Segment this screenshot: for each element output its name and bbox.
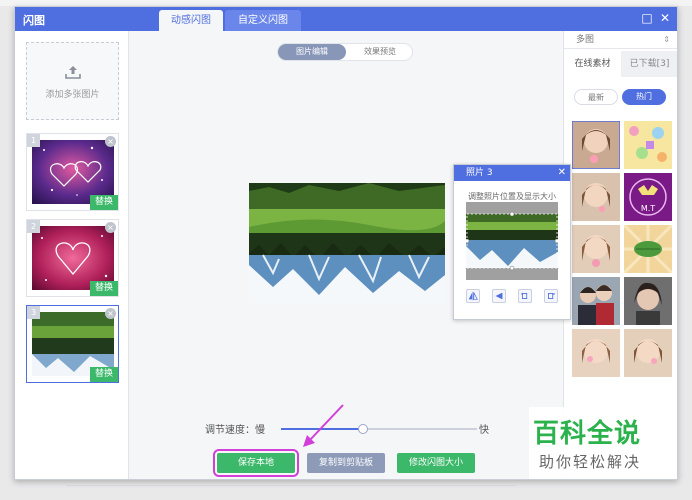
page-divider <box>66 485 516 486</box>
tab-dynamic-flash[interactable]: 动感闪图 <box>159 10 223 31</box>
copy-to-clipboard-button[interactable]: 复制到剪贴板 <box>307 453 385 473</box>
segment-effect-preview[interactable]: 效果预览 <box>346 44 414 60</box>
material-item[interactable] <box>572 329 620 377</box>
replace-button[interactable]: 替换 <box>90 281 118 296</box>
add-images-label: 添加多张图片 <box>45 90 100 100</box>
pointer-arrow-annotation <box>303 404 344 447</box>
material-item[interactable] <box>624 277 672 325</box>
title-bar: 闪图 动感闪图 自定义闪图 □ ✕ <box>15 7 677 31</box>
thumbnail-item-selected[interactable]: 3 × 替换 <box>26 305 119 383</box>
app-window: 闪图 动感闪图 自定义闪图 □ ✕ 添加多张图片 1 × 替换 2 × 替换 3… <box>14 6 678 480</box>
app-title: 闪图 <box>23 14 45 27</box>
thumbnail-item[interactable]: 2 × 替换 <box>26 219 119 297</box>
tab-downloaded[interactable]: 已下载[3] <box>621 51 677 77</box>
fast-label: 快 <box>479 425 489 436</box>
flip-vertical-icon[interactable] <box>492 289 506 303</box>
filter-latest[interactable]: 最新 <box>574 89 618 105</box>
remove-thumbnail-icon[interactable]: × <box>105 308 116 319</box>
save-local-button[interactable]: 保存本地 <box>213 449 299 477</box>
flip-horizontal-icon[interactable] <box>466 289 480 303</box>
watermark-logo: 百科全说 助你轻松解决 <box>529 407 677 479</box>
tab-custom-flash[interactable]: 自定义闪图 <box>225 10 301 31</box>
view-mode-toggle: 图片编辑 效果预览 <box>277 43 413 61</box>
thumbnail-number: 1 <box>27 134 40 147</box>
material-item[interactable] <box>624 225 672 273</box>
watermark-subtitle: 助你轻松解决 <box>539 453 642 471</box>
thumbnail-number: 2 <box>27 220 40 233</box>
filter-popular[interactable]: 热门 <box>622 89 666 105</box>
category-select-value: 多图 <box>576 35 595 45</box>
watermark-title: 百科全说 <box>533 419 642 449</box>
dialog-close-icon[interactable]: ✕ <box>558 165 566 181</box>
add-images-button[interactable]: 添加多张图片 <box>26 42 119 120</box>
image-preview[interactable] <box>249 183 445 303</box>
dialog-title: 照片 3 <box>454 165 570 181</box>
speed-slider-handle[interactable] <box>358 424 369 434</box>
dialog-hint: 调整照片位置及显示大小 <box>468 192 556 201</box>
close-button[interactable]: ✕ <box>658 11 672 25</box>
crop-area[interactable] <box>466 202 558 280</box>
resize-gif-button[interactable]: 修改闪图大小 <box>397 453 475 473</box>
replace-button[interactable]: 替换 <box>90 195 118 210</box>
thumbnail-number: 3 <box>27 306 40 319</box>
thumbnail-item[interactable]: 1 × 替换 <box>26 133 119 211</box>
svg-text:M.T: M.T <box>641 204 655 213</box>
material-item[interactable] <box>572 173 620 221</box>
material-item[interactable] <box>572 225 620 273</box>
sort-filter: 最新 热门 <box>574 89 670 107</box>
dialog-toolbar <box>466 289 560 303</box>
category-select[interactable]: 多图 ⇕ <box>564 31 677 49</box>
maximize-button[interactable]: □ <box>640 11 654 25</box>
rotate-right-icon[interactable] <box>544 289 558 303</box>
tab-online-materials[interactable]: 在线素材 <box>564 51 621 77</box>
material-item[interactable] <box>572 121 620 169</box>
replace-button[interactable]: 替换 <box>90 367 118 382</box>
remove-thumbnail-icon[interactable]: × <box>105 136 116 147</box>
material-item[interactable] <box>624 329 672 377</box>
material-item[interactable]: M.T <box>624 173 672 221</box>
speed-label: 调节速度：慢 <box>205 425 265 436</box>
segment-image-edit[interactable]: 图片编辑 <box>278 44 346 60</box>
remove-thumbnail-icon[interactable]: × <box>105 222 116 233</box>
rotate-left-icon[interactable] <box>518 289 532 303</box>
select-arrow-icon: ⇕ <box>663 35 670 44</box>
image-list-panel: 添加多张图片 1 × 替换 2 × 替换 3 × 替换 <box>15 31 129 479</box>
material-item[interactable] <box>572 277 620 325</box>
material-grid: M.T <box>572 121 676 391</box>
material-item[interactable] <box>624 121 672 169</box>
photo-adjust-dialog: 照片 3 ✕ 调整照片位置及显示大小 <box>453 164 571 320</box>
upload-icon <box>65 66 81 79</box>
